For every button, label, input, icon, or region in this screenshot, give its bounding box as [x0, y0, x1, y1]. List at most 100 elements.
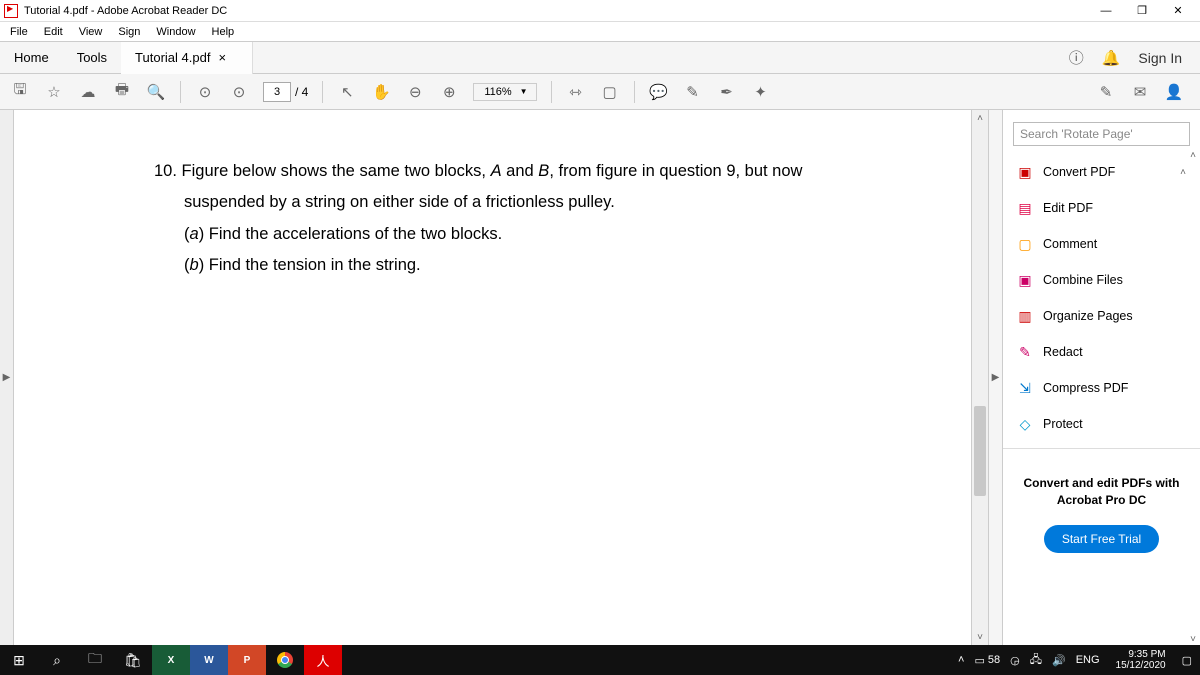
menu-sign[interactable]: Sign	[110, 26, 148, 38]
t: B	[538, 162, 549, 180]
organize-icon: ▥	[1017, 308, 1033, 324]
close-window-button[interactable]: ✕	[1160, 0, 1196, 22]
word-icon[interactable]: W	[190, 645, 228, 675]
find-icon[interactable]: 🔍	[146, 82, 166, 102]
notifications-icon[interactable]: ▢	[1182, 654, 1192, 667]
left-panel-toggle[interactable]: ▶	[0, 110, 14, 645]
stamp-icon[interactable]: ✦	[751, 82, 771, 102]
scroll-track[interactable]	[972, 126, 988, 629]
minimize-button[interactable]: —	[1088, 0, 1124, 22]
tool-compress-pdf[interactable]: ⇲ Compress PDF	[1003, 370, 1200, 406]
page-up-icon[interactable]: ⊙	[195, 82, 215, 102]
page-down-icon[interactable]: ⊙	[229, 82, 249, 102]
document-viewport[interactable]: 10. Figure below shows the same two bloc…	[14, 110, 971, 645]
tray-chevron-icon[interactable]: ˄	[958, 654, 964, 666]
tool-edit-pdf[interactable]: ▤Edit PDF	[1003, 190, 1200, 226]
menu-view[interactable]: View	[71, 26, 111, 38]
zoom-in-icon[interactable]: ⊕	[439, 82, 459, 102]
separator	[180, 81, 181, 103]
panel-scroll[interactable]: ˄˅	[1186, 150, 1200, 645]
tabs-row: Home Tools Tutorial 4.pdf × ⓘ 🔔 Sign In	[0, 42, 1200, 74]
tab-document[interactable]: Tutorial 4.pdf ×	[121, 42, 253, 74]
t: ) Find the tension in the string.	[199, 256, 421, 274]
sign-in-link[interactable]: Sign In	[1138, 50, 1182, 66]
t: suspended by a string on either side of …	[154, 187, 931, 218]
share-icon[interactable]: ✎	[1096, 82, 1116, 102]
date: 15/12/2020	[1116, 660, 1166, 671]
store-icon[interactable]: 🛍	[114, 645, 152, 675]
maximize-button[interactable]: ❐	[1124, 0, 1160, 22]
chrome-icon[interactable]	[266, 645, 304, 675]
battery-pct: 58	[988, 654, 1000, 666]
tool-organize-pages[interactable]: ▥ Organize Pages	[1003, 298, 1200, 334]
right-panel-toggle[interactable]: ▶	[988, 110, 1002, 645]
search-tools-input[interactable]: Search 'Rotate Page'	[1013, 122, 1190, 146]
tab-close-icon[interactable]: ×	[218, 50, 226, 65]
scroll-up-icon[interactable]: ˄	[1190, 150, 1196, 161]
menu-edit[interactable]: Edit	[36, 26, 71, 38]
star-icon[interactable]: ☆	[44, 82, 64, 102]
t: , from figure in question 9, but now	[549, 162, 802, 180]
scroll-down-icon[interactable]: ˅	[1190, 634, 1196, 645]
excel-icon[interactable]: X	[152, 645, 190, 675]
acrobat-taskbar-icon[interactable]: 人	[304, 645, 342, 675]
fit-width-icon[interactable]: ⇿	[566, 82, 586, 102]
help-icon[interactable]: ⓘ	[1069, 47, 1084, 68]
save-icon[interactable]: 🖫	[10, 82, 30, 102]
page-number-input[interactable]	[263, 82, 291, 102]
comment-icon[interactable]: 💬	[649, 82, 669, 102]
comment-icon: ▢	[1017, 236, 1033, 252]
separator	[322, 81, 323, 103]
start-free-trial-button[interactable]: Start Free Trial	[1044, 525, 1159, 553]
email-icon[interactable]: ✉	[1130, 82, 1150, 102]
select-icon[interactable]: ↖	[337, 82, 357, 102]
tool-redact[interactable]: ✎Redact	[1003, 334, 1200, 370]
compress-icon: ⇲	[1017, 380, 1033, 396]
fit-page-icon[interactable]: ▢	[600, 82, 620, 102]
powerpoint-icon[interactable]: P	[228, 645, 266, 675]
zoom-out-icon[interactable]: ⊖	[405, 82, 425, 102]
tool-protect[interactable]: ◇Protect	[1003, 406, 1200, 442]
file-explorer-icon[interactable]: 🗀	[76, 645, 114, 675]
language-indicator[interactable]: ENG	[1076, 654, 1100, 666]
hand-icon[interactable]: ✋	[371, 82, 391, 102]
tab-tools[interactable]: Tools	[63, 42, 121, 74]
tool-convert-pdf[interactable]: ▣Convert PDF ˄	[1003, 154, 1200, 190]
separator	[634, 81, 635, 103]
time: 9:35 PM	[1116, 649, 1166, 660]
menu-file[interactable]: File	[2, 26, 36, 38]
tool-combine-files[interactable]: ▣Combine Files	[1003, 262, 1200, 298]
tab-home[interactable]: Home	[0, 42, 63, 74]
convert-icon: ▣	[1017, 164, 1033, 180]
start-button[interactable]: ⊞	[0, 645, 38, 675]
sign-icon[interactable]: ✒	[717, 82, 737, 102]
t: a	[190, 225, 199, 243]
people-icon[interactable]: 👤	[1164, 82, 1184, 102]
vertical-scrollbar[interactable]: ˄ ˅	[971, 110, 988, 645]
redact-icon: ✎	[1017, 344, 1033, 360]
network-icon[interactable]: 🖧	[1030, 651, 1042, 670]
zoom-dropdown[interactable]: 116%▼	[473, 83, 536, 101]
wifi-icon[interactable]: ◶	[1010, 654, 1020, 667]
acrobat-app-icon	[4, 4, 18, 18]
t: A	[491, 162, 502, 180]
scroll-up-icon[interactable]: ˄	[977, 110, 983, 126]
scroll-thumb[interactable]	[974, 406, 986, 496]
shield-icon: ◇	[1017, 416, 1033, 432]
highlight-icon[interactable]: ✎	[683, 82, 703, 102]
menu-help[interactable]: Help	[204, 26, 243, 38]
clock[interactable]: 9:35 PM 15/12/2020	[1110, 649, 1172, 671]
battery-indicator[interactable]: ▭ 58	[974, 654, 1000, 667]
notification-bell-icon[interactable]: 🔔	[1102, 49, 1121, 67]
sound-icon[interactable]: 🔊	[1052, 654, 1066, 667]
label: Compress PDF	[1043, 381, 1128, 395]
label: Edit PDF	[1043, 201, 1093, 215]
combine-icon: ▣	[1017, 272, 1033, 288]
search-button[interactable]: ⌕	[38, 645, 76, 675]
tool-comment[interactable]: ▢Comment	[1003, 226, 1200, 262]
menu-window[interactable]: Window	[148, 26, 203, 38]
print-icon[interactable]: 🖶	[112, 82, 132, 102]
scroll-down-icon[interactable]: ˅	[977, 629, 983, 645]
cloud-icon[interactable]: ☁	[78, 82, 98, 102]
label: Organize Pages	[1043, 309, 1133, 323]
